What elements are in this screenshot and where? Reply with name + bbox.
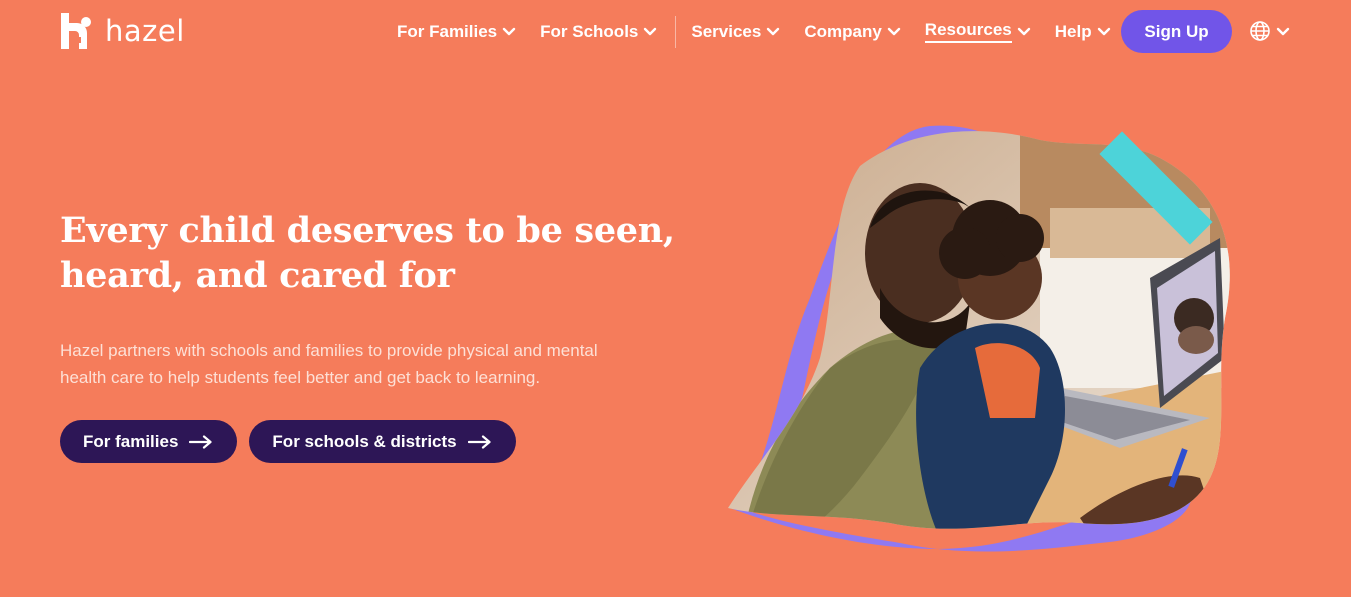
chevron-down-icon	[767, 27, 780, 36]
main-nav: For Families For Schools Services Compan…	[397, 10, 1111, 53]
nav-label: For Families	[397, 21, 498, 41]
brand-name: hazel	[105, 14, 185, 48]
description-line-1: Hazel partners with schools and families…	[60, 341, 598, 360]
arrow-right-icon	[189, 434, 213, 449]
for-schools-districts-button[interactable]: For schools & districts	[249, 420, 516, 463]
for-families-button[interactable]: For families	[60, 420, 238, 463]
chevron-down-icon	[644, 27, 657, 36]
nav-label: For Schools	[540, 21, 639, 41]
nav-company[interactable]: Company	[804, 10, 900, 53]
hazel-logo[interactable]: hazel	[58, 11, 185, 51]
nav-label: Resources	[924, 20, 1012, 43]
description-line-2: health care to help students feel better…	[60, 368, 541, 387]
hazel-logo-icon	[61, 13, 91, 49]
chevron-down-icon	[502, 27, 516, 36]
hero-headline: Every child deserves to be seen, heard, …	[60, 208, 700, 298]
cta-label: For schools & districts	[272, 431, 457, 451]
sign-up-button[interactable]: Sign Up	[1121, 10, 1232, 53]
arrow-right-icon	[467, 434, 491, 449]
headline-line-2: heard, and cared for	[60, 255, 455, 296]
nav-label: Services	[691, 21, 762, 41]
nav-label: Help	[1054, 21, 1092, 41]
nav-help[interactable]: Help	[1055, 10, 1111, 53]
nav-resources[interactable]: Resources	[924, 10, 1031, 53]
chevron-down-icon	[1276, 27, 1290, 35]
nav-label: Company	[804, 21, 882, 41]
headline-line-1: Every child deserves to be seen,	[60, 210, 675, 251]
language-selector[interactable]	[1249, 19, 1290, 43]
cta-group: For families For schools & districts	[60, 420, 528, 463]
chevron-down-icon	[887, 27, 900, 36]
chevron-down-icon	[1097, 27, 1110, 36]
nav-for-schools[interactable]: For Schools	[540, 10, 657, 53]
nav-for-families[interactable]: For Families	[397, 10, 516, 53]
cta-label: For families	[83, 431, 179, 451]
hero-description: Hazel partners with schools and families…	[60, 337, 660, 391]
nav-divider	[675, 15, 677, 48]
globe-icon	[1250, 21, 1270, 41]
site-header: hazel For Families For Schools Services …	[0, 0, 1351, 64]
chevron-down-icon	[1017, 27, 1030, 36]
telehealth-photo-illustration	[728, 125, 1230, 552]
nav-services[interactable]: Services	[691, 10, 780, 53]
